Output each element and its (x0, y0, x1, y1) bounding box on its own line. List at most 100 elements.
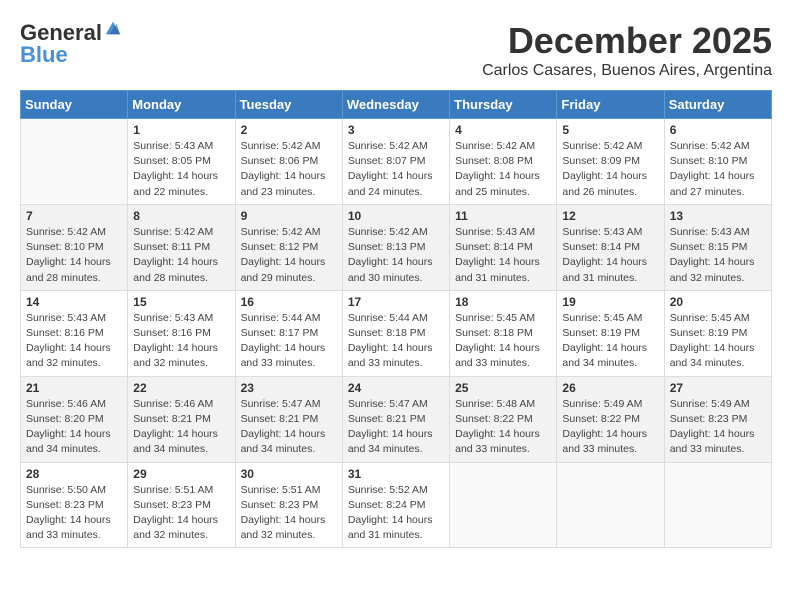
col-thursday: Thursday (450, 91, 557, 119)
title-block: December 2025 Carlos Casares, Buenos Air… (482, 20, 772, 80)
page-header: General Blue December 2025 Carlos Casare… (20, 20, 772, 80)
table-row: 3 Sunrise: 5:42 AM Sunset: 8:07 PM Daylig… (342, 119, 449, 205)
table-row: 28Sunrise: 5:50 AM Sunset: 8:23 PM Dayli… (21, 462, 128, 548)
day-number: 9 (241, 209, 337, 223)
day-number: 17 (348, 295, 444, 309)
day-info: Sunrise: 5:52 AM Sunset: 8:24 PM Dayligh… (348, 483, 444, 544)
location-subtitle: Carlos Casares, Buenos Aires, Argentina (482, 62, 772, 80)
day-number: 24 (348, 381, 444, 395)
day-info: Sunrise: 5:45 AM Sunset: 8:19 PM Dayligh… (562, 311, 658, 372)
table-row (450, 462, 557, 548)
day-info: Sunrise: 5:43 AM Sunset: 8:16 PM Dayligh… (133, 311, 229, 372)
day-info: Sunrise: 5:51 AM Sunset: 8:23 PM Dayligh… (133, 483, 229, 544)
table-row: 8 Sunrise: 5:42 AM Sunset: 8:11 PM Daylig… (128, 204, 235, 290)
day-info: Sunrise: 5:42 AM Sunset: 8:08 PM Dayligh… (455, 139, 551, 200)
day-info: Sunrise: 5:45 AM Sunset: 8:19 PM Dayligh… (670, 311, 766, 372)
table-row: 11 Sunrise: 5:43 AM Sunset: 8:14 PM Dayli… (450, 204, 557, 290)
day-info: Sunrise: 5:42 AM Sunset: 8:06 PM Dayligh… (241, 139, 337, 200)
table-row: 6Sunrise: 5:42 AM Sunset: 8:10 PM Daylig… (664, 119, 771, 205)
day-info: Sunrise: 5:43 AM Sunset: 8:14 PM Dayligh… (562, 225, 658, 286)
table-row: 7Sunrise: 5:42 AM Sunset: 8:10 PM Daylig… (21, 204, 128, 290)
table-row: 14 Sunrise: 5:43 AM Sunset: 8:16 PM Dayli… (21, 290, 128, 376)
table-row: 22Sunrise: 5:46 AM Sunset: 8:21 PM Dayli… (128, 376, 235, 462)
day-number: 30 (241, 467, 337, 481)
day-info: Sunrise: 5:51 AM Sunset: 8:23 PM Dayligh… (241, 483, 337, 544)
calendar-header-row: Sunday Monday Tuesday Wednesday Thursday… (21, 91, 772, 119)
day-number: 8 (133, 209, 229, 223)
day-number: 7 (26, 209, 122, 223)
day-number: 31 (348, 467, 444, 481)
logo-icon (104, 20, 122, 38)
day-number: 4 (455, 123, 551, 137)
table-row: 2Sunrise: 5:42 AM Sunset: 8:06 PM Daylig… (235, 119, 342, 205)
table-row: 10 Sunrise: 5:42 AM Sunset: 8:13 PM Dayli… (342, 204, 449, 290)
calendar-week-row: 14 Sunrise: 5:43 AM Sunset: 8:16 PM Dayli… (21, 290, 772, 376)
table-row: 30 Sunrise: 5:51 AM Sunset: 8:23 PM Dayli… (235, 462, 342, 548)
day-info: Sunrise: 5:49 AM Sunset: 8:22 PM Dayligh… (562, 397, 658, 458)
day-number: 1 (133, 123, 229, 137)
day-number: 27 (670, 381, 766, 395)
table-row: 27 Sunrise: 5:49 AM Sunset: 8:23 PM Dayli… (664, 376, 771, 462)
day-info: Sunrise: 5:48 AM Sunset: 8:22 PM Dayligh… (455, 397, 551, 458)
day-number: 22 (133, 381, 229, 395)
day-number: 3 (348, 123, 444, 137)
day-info: Sunrise: 5:45 AM Sunset: 8:18 PM Dayligh… (455, 311, 551, 372)
table-row: 20 Sunrise: 5:45 AM Sunset: 8:19 PM Dayli… (664, 290, 771, 376)
day-info: Sunrise: 5:49 AM Sunset: 8:23 PM Dayligh… (670, 397, 766, 458)
day-info: Sunrise: 5:42 AM Sunset: 8:11 PM Dayligh… (133, 225, 229, 286)
day-number: 5 (562, 123, 658, 137)
calendar-table: Sunday Monday Tuesday Wednesday Thursday… (20, 90, 772, 548)
day-number: 25 (455, 381, 551, 395)
table-row: 29 Sunrise: 5:51 AM Sunset: 8:23 PM Dayli… (128, 462, 235, 548)
logo: General Blue (20, 20, 122, 68)
table-row: 26 Sunrise: 5:49 AM Sunset: 8:22 PM Dayli… (557, 376, 664, 462)
calendar-week-row: 21 Sunrise: 5:46 AM Sunset: 8:20 PM Dayli… (21, 376, 772, 462)
day-number: 18 (455, 295, 551, 309)
day-number: 28 (26, 467, 122, 481)
table-row: 9Sunrise: 5:42 AM Sunset: 8:12 PM Daylig… (235, 204, 342, 290)
day-info: Sunrise: 5:44 AM Sunset: 8:18 PM Dayligh… (348, 311, 444, 372)
table-row: 5Sunrise: 5:42 AM Sunset: 8:09 PM Daylig… (557, 119, 664, 205)
table-row (21, 119, 128, 205)
day-info: Sunrise: 5:44 AM Sunset: 8:17 PM Dayligh… (241, 311, 337, 372)
table-row (557, 462, 664, 548)
table-row: 18 Sunrise: 5:45 AM Sunset: 8:18 PM Dayli… (450, 290, 557, 376)
table-row: 24 Sunrise: 5:47 AM Sunset: 8:21 PM Dayli… (342, 376, 449, 462)
table-row (664, 462, 771, 548)
day-number: 19 (562, 295, 658, 309)
day-info: Sunrise: 5:43 AM Sunset: 8:14 PM Dayligh… (455, 225, 551, 286)
table-row: 31 Sunrise: 5:52 AM Sunset: 8:24 PM Dayli… (342, 462, 449, 548)
col-wednesday: Wednesday (342, 91, 449, 119)
day-info: Sunrise: 5:42 AM Sunset: 8:07 PM Dayligh… (348, 139, 444, 200)
col-sunday: Sunday (21, 91, 128, 119)
day-number: 23 (241, 381, 337, 395)
day-number: 13 (670, 209, 766, 223)
day-number: 26 (562, 381, 658, 395)
col-monday: Monday (128, 91, 235, 119)
day-number: 12 (562, 209, 658, 223)
table-row: 21 Sunrise: 5:46 AM Sunset: 8:20 PM Dayli… (21, 376, 128, 462)
day-info: Sunrise: 5:47 AM Sunset: 8:21 PM Dayligh… (241, 397, 337, 458)
table-row: 17 Sunrise: 5:44 AM Sunset: 8:18 PM Dayli… (342, 290, 449, 376)
month-title: December 2025 (482, 20, 772, 62)
table-row: 19 Sunrise: 5:45 AM Sunset: 8:19 PM Dayli… (557, 290, 664, 376)
table-row: 25 Sunrise: 5:48 AM Sunset: 8:22 PM Dayli… (450, 376, 557, 462)
day-info: Sunrise: 5:42 AM Sunset: 8:13 PM Dayligh… (348, 225, 444, 286)
col-tuesday: Tuesday (235, 91, 342, 119)
col-friday: Friday (557, 91, 664, 119)
day-number: 14 (26, 295, 122, 309)
day-info: Sunrise: 5:46 AM Sunset: 8:20 PM Dayligh… (26, 397, 122, 458)
day-info: Sunrise: 5:42 AM Sunset: 8:10 PM Dayligh… (670, 139, 766, 200)
table-row: 16Sunrise: 5:44 AM Sunset: 8:17 PM Dayli… (235, 290, 342, 376)
day-number: 10 (348, 209, 444, 223)
table-row: 15 Sunrise: 5:43 AM Sunset: 8:16 PM Dayli… (128, 290, 235, 376)
day-number: 11 (455, 209, 551, 223)
calendar-week-row: 1Sunrise: 5:43 AM Sunset: 8:05 PM Daylig… (21, 119, 772, 205)
day-info: Sunrise: 5:47 AM Sunset: 8:21 PM Dayligh… (348, 397, 444, 458)
day-number: 21 (26, 381, 122, 395)
day-number: 29 (133, 467, 229, 481)
table-row: 12 Sunrise: 5:43 AM Sunset: 8:14 PM Dayli… (557, 204, 664, 290)
day-number: 20 (670, 295, 766, 309)
day-number: 15 (133, 295, 229, 309)
day-info: Sunrise: 5:43 AM Sunset: 8:16 PM Dayligh… (26, 311, 122, 372)
